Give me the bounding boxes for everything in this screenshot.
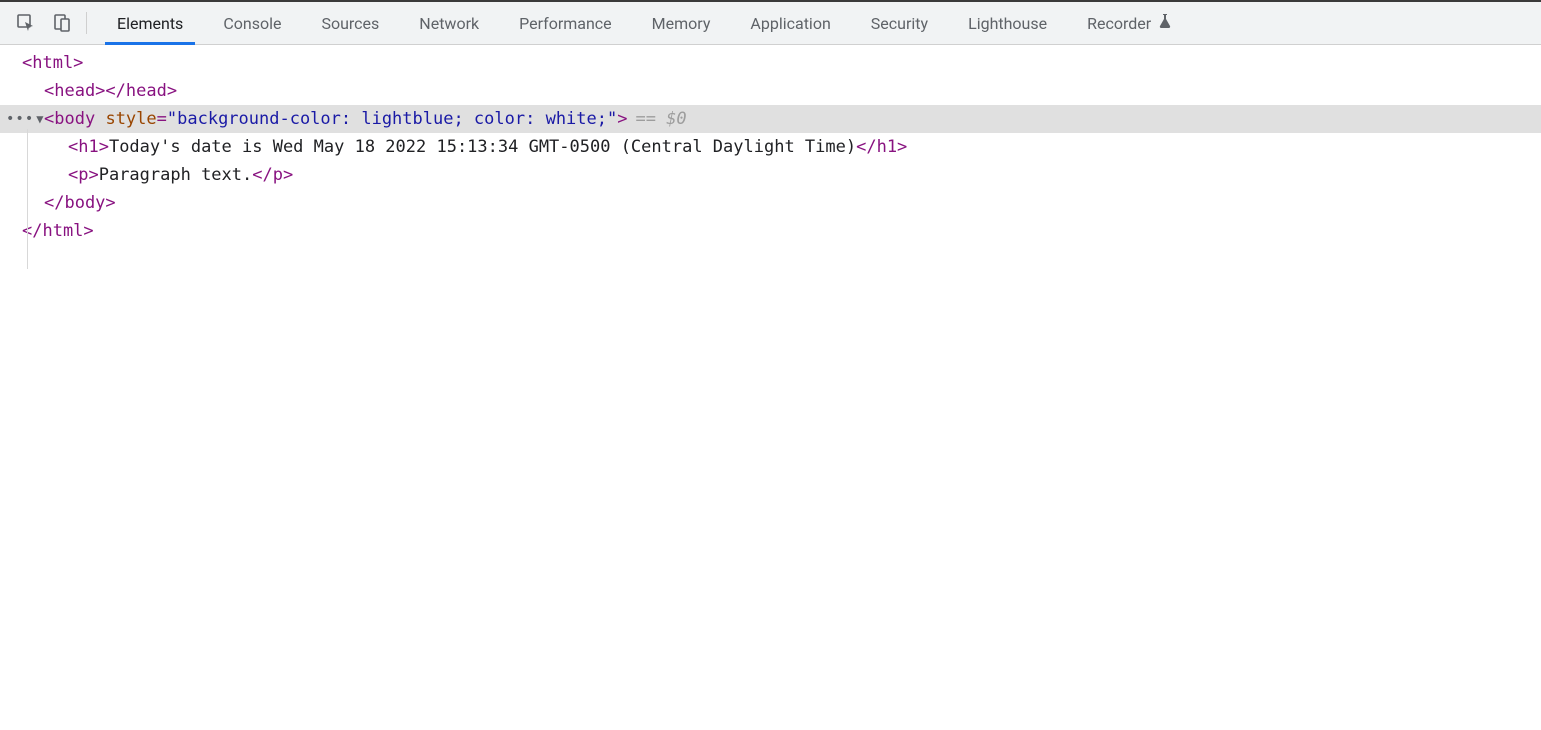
p-close: </p> (252, 165, 293, 185)
tab-elements[interactable]: Elements (97, 2, 203, 44)
h1-close: </h1> (856, 137, 907, 157)
device-toggle-icon[interactable] (48, 9, 76, 37)
inspect-element-icon[interactable] (12, 9, 40, 37)
toolbar-separator (86, 12, 87, 34)
tab-label: Elements (117, 14, 183, 33)
tab-performance[interactable]: Performance (499, 2, 632, 44)
tab-network[interactable]: Network (399, 2, 499, 44)
dom-node-p[interactable]: <p>Paragraph text.</p> (0, 161, 1541, 189)
dom-node-html-open[interactable]: <html> (0, 49, 1541, 77)
tab-lighthouse[interactable]: Lighthouse (948, 2, 1067, 44)
p-text: Paragraph text. (99, 165, 253, 185)
p-open: <p> (68, 165, 99, 185)
dom-node-head[interactable]: <head></head> (0, 77, 1541, 105)
dom-node-body-open[interactable]: ••• ▼ <body style="background-color: lig… (0, 105, 1541, 133)
dom-html-open-text: <html> (22, 53, 83, 73)
tab-memory[interactable]: Memory (632, 2, 731, 44)
row-gutter: ••• ▼ (0, 105, 44, 133)
dom-html-close-text: </html> (22, 221, 94, 241)
tab-application[interactable]: Application (730, 2, 850, 44)
tab-label: Application (750, 14, 830, 33)
tab-security[interactable]: Security (851, 2, 948, 44)
dom-body-open-markup: <body style="background-color: lightblue… (44, 105, 627, 133)
tab-sources[interactable]: Sources (301, 2, 399, 44)
tab-label: Lighthouse (968, 14, 1047, 33)
flask-icon (1157, 13, 1173, 33)
tab-label: Memory (652, 14, 711, 33)
ellipsis-icon[interactable]: ••• (6, 105, 34, 133)
dom-node-html-close[interactable]: </html> (0, 217, 1541, 245)
elements-dom-tree[interactable]: <html> <head></head> ••• ▼ <body style="… (0, 45, 1541, 245)
tab-label: Recorder (1087, 14, 1151, 33)
tab-console[interactable]: Console (203, 2, 301, 44)
dom-head-text: <head></head> (44, 81, 177, 101)
tab-label: Performance (519, 14, 612, 33)
tab-label: Network (419, 14, 479, 33)
tab-label: Console (223, 14, 281, 33)
expand-caret-icon[interactable]: ▼ (36, 105, 43, 133)
dom-node-body-close[interactable]: </body> (0, 189, 1541, 217)
selection-marker: == $0 (635, 105, 686, 133)
tab-label: Security (871, 14, 928, 33)
h1-text: Today's date is Wed May 18 2022 15:13:34… (109, 137, 856, 157)
tab-label: Sources (321, 14, 379, 33)
h1-open: <h1> (68, 137, 109, 157)
dom-node-h1[interactable]: <h1>Today's date is Wed May 18 2022 15:1… (0, 133, 1541, 161)
devtools-tabs: Elements Console Sources Network Perform… (97, 2, 1193, 44)
devtools-toolbar: Elements Console Sources Network Perform… (0, 0, 1541, 45)
dom-body-close-text: </body> (44, 193, 116, 213)
tab-recorder[interactable]: Recorder (1067, 2, 1193, 44)
